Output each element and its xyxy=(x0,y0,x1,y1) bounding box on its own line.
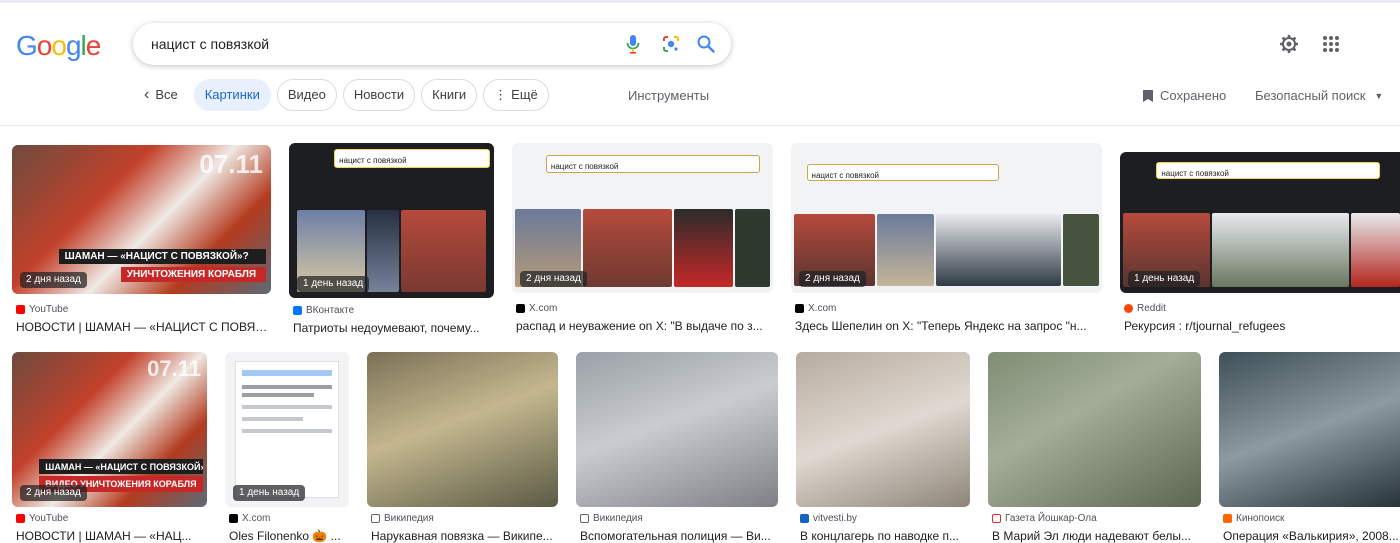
result-source[interactable]: Википедия xyxy=(371,513,434,524)
result-source[interactable]: vitvesti.by xyxy=(800,513,857,524)
result-source[interactable]: Reddit xyxy=(1124,303,1166,314)
image-result[interactable]: нацист с повязкой 2 дня назад X.com расп… xyxy=(512,143,774,338)
result-source[interactable]: Кинопоиск xyxy=(1223,513,1284,524)
microphone-icon[interactable] xyxy=(622,33,644,55)
youtube-icon xyxy=(16,305,25,314)
mock-searchbar: нацист с повязкой xyxy=(545,155,760,173)
result-source[interactable]: Газета Йошкар-Ола xyxy=(992,513,1097,524)
x-icon xyxy=(516,304,525,313)
safe-search-dropdown[interactable]: Безопасный поиск ▼ xyxy=(1255,88,1383,103)
result-title[interactable]: НОВОСТИ | ШАМАН — «НАЦ... xyxy=(16,529,208,543)
chevron-left-icon: ‹ xyxy=(144,85,150,103)
image-result[interactable]: нацист с повязкой 2 дня назад X.com Здес… xyxy=(791,143,1103,338)
image-result[interactable]: vitvesti.by В концлагерь по наводке п... xyxy=(796,352,971,543)
youtube-icon xyxy=(16,514,25,523)
more-vert-icon: ⋮ xyxy=(494,86,508,102)
mock-searchbar: нацист с повязкой xyxy=(806,164,1000,181)
result-source[interactable]: YouTube xyxy=(16,304,68,315)
result-title[interactable]: Вспомогательная полиция — Ви... xyxy=(580,529,779,543)
result-title[interactable]: Oles Filonenko 🎃 ... xyxy=(229,529,350,543)
age-badge: 2 дня назад xyxy=(20,485,87,501)
bookmark-icon xyxy=(1143,89,1153,102)
vitvesti-icon xyxy=(800,514,809,523)
result-source[interactable]: X.com xyxy=(795,303,836,314)
search-icon[interactable] xyxy=(695,33,717,55)
image-result[interactable]: Кинопоиск Операция «Валькирия», 2008... xyxy=(1219,352,1400,543)
top-border xyxy=(0,0,1400,3)
tab-books[interactable]: Книги xyxy=(421,78,478,111)
wikipedia-icon xyxy=(580,514,589,523)
overlay-caption: ШАМАН — «НАЦИСТ С ПОВЯЗКОЙ»? xyxy=(58,249,266,265)
tab-news[interactable]: Новости xyxy=(342,78,416,111)
image-result[interactable]: Википедия Нарукавная повязка — Википе... xyxy=(367,352,559,543)
age-badge: 1 день назад xyxy=(233,485,306,501)
image-result[interactable]: 07.11 ШАМАН — «НАЦИСТ С ПОВЯЗКОЙ»? ВИДЕО… xyxy=(12,352,208,543)
age-badge: 2 дня назад xyxy=(520,271,587,287)
date-mark: 07.11 xyxy=(147,356,201,381)
vk-icon xyxy=(293,306,302,315)
mock-searchbar: нацист с повязкой xyxy=(1156,161,1381,179)
age-badge: 1 день назад xyxy=(1128,271,1201,287)
apps-grid-icon[interactable] xyxy=(1319,32,1343,56)
age-badge: 2 дня назад xyxy=(20,272,87,288)
result-source[interactable]: YouTube xyxy=(16,513,68,524)
result-title[interactable]: Здесь Шепелин on X: "Теперь Яндекс на за… xyxy=(795,319,1103,333)
result-source[interactable]: X.com xyxy=(229,513,270,524)
reddit-icon xyxy=(1124,304,1133,313)
result-source[interactable]: Википедия xyxy=(580,513,643,524)
tools-button[interactable]: Инструменты xyxy=(628,88,709,103)
result-title[interactable]: В Марий Эл люди надевают белы... xyxy=(992,529,1202,543)
settings-gear-icon[interactable] xyxy=(1277,32,1301,56)
result-source[interactable]: ВКонтакте xyxy=(293,305,354,316)
result-title[interactable]: распад и неуважение on X: "В выдаче по з… xyxy=(516,319,774,333)
age-badge: 1 день назад xyxy=(297,276,370,292)
result-title[interactable]: НОВОСТИ | ШАМАН — «НАЦИСТ С ПОВЯЗ... xyxy=(16,320,272,334)
x-icon xyxy=(229,514,238,523)
result-thumbnail[interactable] xyxy=(1219,352,1400,507)
result-title[interactable]: Патриоты недоумевают, почему... xyxy=(293,321,495,335)
tab-all[interactable]: ‹ Все xyxy=(140,78,188,111)
wikipedia-icon xyxy=(371,514,380,523)
tab-more[interactable]: ⋮ Ещё xyxy=(483,78,549,111)
search-box[interactable]: нацист с повязкой xyxy=(133,23,731,65)
tab-images[interactable]: Картинки xyxy=(193,78,271,111)
result-title[interactable]: Нарукавная повязка — Википе... xyxy=(371,529,559,543)
x-icon xyxy=(795,304,804,313)
result-title[interactable]: Рекурсия : r/tjournal_refugees xyxy=(1124,319,1394,333)
caret-down-icon: ▼ xyxy=(1374,90,1384,101)
result-thumbnail[interactable] xyxy=(796,352,970,507)
image-result[interactable]: 1 день назад X.com Oles Filonenko 🎃 ... xyxy=(225,352,350,543)
result-title[interactable]: Операция «Валькирия», 2008... xyxy=(1223,529,1400,543)
image-result[interactable]: нацист с повязкой 1 день назад ВКонтакте… xyxy=(289,143,495,338)
age-badge: 2 дня назад xyxy=(799,271,866,287)
image-result[interactable]: Википедия Вспомогательная полиция — Ви..… xyxy=(576,352,779,543)
saved-button[interactable]: Сохранено xyxy=(1142,88,1226,103)
newspaper-icon xyxy=(992,514,1001,523)
result-thumbnail[interactable] xyxy=(234,361,340,498)
result-source[interactable]: X.com xyxy=(516,303,557,314)
overlay-caption: ШАМАН — «НАЦИСТ С ПОВЯЗКОЙ»? xyxy=(39,458,204,475)
mock-searchbar: нацист с повязкой xyxy=(334,149,490,168)
lens-camera-icon[interactable] xyxy=(660,33,682,55)
kinopoisk-icon xyxy=(1223,514,1232,523)
result-thumbnail[interactable] xyxy=(988,352,1201,507)
search-input[interactable]: нацист с повязкой xyxy=(151,36,269,52)
search-tabs: ‹ Все Картинки Видео Новости Книги ⋮ Ещё xyxy=(140,78,555,111)
date-mark: 07.11 xyxy=(199,149,263,179)
tab-video[interactable]: Видео xyxy=(276,78,337,111)
overlay-caption: УНИЧТОЖЕНИЯ КОРАБЛЯ xyxy=(120,267,266,283)
result-thumbnail[interactable] xyxy=(576,352,778,507)
google-logo[interactable]: Google xyxy=(16,30,101,62)
image-result[interactable]: нацист с повязкой 1 день назад Reddit Ре… xyxy=(1120,152,1400,338)
header-divider xyxy=(0,125,1400,126)
result-title[interactable]: В концлагерь по наводке п... xyxy=(800,529,971,543)
result-thumbnail[interactable] xyxy=(367,352,558,507)
image-result[interactable]: 07.11 ШАМАН — «НАЦИСТ С ПОВЯЗКОЙ»? УНИЧТ… xyxy=(12,145,272,340)
image-result[interactable]: Газета Йошкар-Ола В Марий Эл люди надева… xyxy=(988,352,1202,543)
